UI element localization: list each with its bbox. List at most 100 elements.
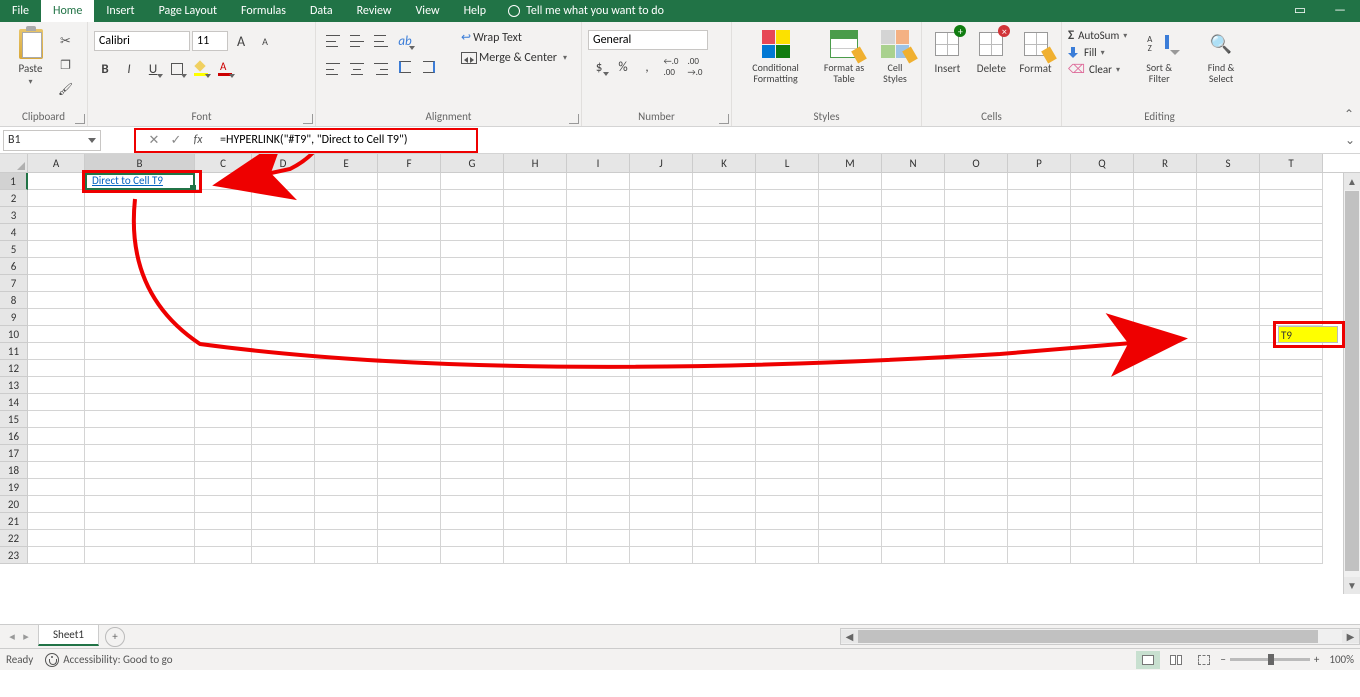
insert-cells-button[interactable]: + Insert [927,26,967,77]
merge-center-button[interactable]: Merge & Center ▾ [461,51,567,65]
minimize-button[interactable]: — [1320,0,1360,22]
worksheet-grid[interactable]: ABCDEFGHIJKLMNOPQRST 1234567891011121314… [0,154,1360,624]
format-painter-button[interactable] [55,78,77,100]
page-break-view-button[interactable] [1192,651,1216,669]
paste-button[interactable]: Paste ▾ [11,26,51,89]
increase-indent-button[interactable] [418,58,440,80]
insert-function-button[interactable]: fx [188,133,208,148]
column-header-K[interactable]: K [693,154,756,172]
format-cells-button[interactable]: Format [1015,26,1055,77]
accessibility-status[interactable]: Accessibility: Good to go [45,653,172,667]
row-header-13[interactable]: 13 [0,377,28,394]
sheet-tab-sheet1[interactable]: Sheet1 [38,625,99,646]
row-header-6[interactable]: 6 [0,258,28,275]
column-header-P[interactable]: P [1008,154,1071,172]
zoom-in-button[interactable]: + [1314,653,1319,666]
row-header-11[interactable]: 11 [0,343,28,360]
row-header-21[interactable]: 21 [0,513,28,530]
cancel-formula-button[interactable]: ✕ [144,133,164,148]
row-header-15[interactable]: 15 [0,411,28,428]
column-header-D[interactable]: D [252,154,315,172]
conditional-formatting-button[interactable]: Conditional Formatting [738,26,813,86]
normal-view-button[interactable] [1136,651,1160,669]
cut-button[interactable] [55,30,77,52]
row-header-3[interactable]: 3 [0,207,28,224]
row-header-8[interactable]: 8 [0,292,28,309]
row-header-1[interactable]: 1 [0,173,28,190]
tab-help[interactable]: Help [452,0,499,22]
zoom-level[interactable]: 100% [1329,653,1354,666]
row-header-18[interactable]: 18 [0,462,28,479]
row-header-16[interactable]: 16 [0,428,28,445]
column-header-C[interactable]: C [195,154,252,172]
clear-button[interactable]: Clear ▾ [1068,62,1127,77]
row-header-12[interactable]: 12 [0,360,28,377]
delete-cells-button[interactable]: × Delete [971,26,1011,77]
cell-styles-button[interactable]: Cell Styles [875,26,915,86]
copy-button[interactable] [55,54,77,76]
underline-button[interactable]: U [142,58,164,80]
cells-area[interactable] [28,173,1323,564]
tell-me-search[interactable]: Tell me what you want to do [498,4,674,18]
column-header-A[interactable]: A [28,154,85,172]
vertical-scroll-thumb[interactable] [1345,191,1359,571]
fill-color-button[interactable] [190,58,212,80]
scroll-left-button[interactable]: ◀ [841,630,858,643]
row-header-10[interactable]: 10 [0,326,28,343]
vertical-scrollbar[interactable]: ▲ ▼ [1343,173,1360,594]
align-left-button[interactable] [322,58,344,80]
font-name-input[interactable] [94,31,190,51]
orientation-button[interactable]: ab [394,30,416,52]
cell-b1-hyperlink[interactable]: Direct to Cell T9 [92,174,163,187]
row-header-22[interactable]: 22 [0,530,28,547]
row-header-19[interactable]: 19 [0,479,28,496]
zoom-thumb[interactable] [1268,654,1274,665]
fill-button[interactable]: Fill ▾ [1068,46,1127,59]
row-header-23[interactable]: 23 [0,547,28,564]
horizontal-scroll-thumb[interactable] [858,630,1318,643]
tab-data[interactable]: Data [298,0,345,22]
column-header-M[interactable]: M [819,154,882,172]
wrap-text-button[interactable]: Wrap Text [461,30,567,45]
tab-review[interactable]: Review [345,0,404,22]
scroll-right-button[interactable]: ▶ [1342,630,1359,643]
column-header-O[interactable]: O [945,154,1008,172]
page-layout-view-button[interactable] [1164,651,1188,669]
column-header-S[interactable]: S [1197,154,1260,172]
column-header-H[interactable]: H [504,154,567,172]
ribbon-display-options[interactable]: ▭ [1280,0,1320,22]
horizontal-scrollbar[interactable]: ◀ ▶ [840,628,1360,645]
zoom-track[interactable] [1230,658,1310,661]
tab-view[interactable]: View [404,0,452,22]
bottom-align-button[interactable] [370,30,392,52]
middle-align-button[interactable] [346,30,368,52]
font-color-button[interactable] [214,58,236,80]
collapse-ribbon-button[interactable]: ⌃ [1344,107,1354,122]
formula-input[interactable] [216,133,476,147]
format-as-table-button[interactable]: Format as Table [817,26,871,86]
borders-button[interactable] [166,58,188,80]
tab-page-layout[interactable]: Page Layout [147,0,229,22]
tab-insert[interactable]: Insert [94,0,146,22]
increase-decimal-button[interactable]: ←.0.00 [660,56,682,78]
align-right-button[interactable] [370,58,392,80]
expand-formula-bar-button[interactable]: ⌄ [1340,133,1360,148]
column-header-T[interactable]: T [1260,154,1323,172]
percent-button[interactable]: % [612,56,634,78]
number-format-select[interactable] [588,30,708,50]
accounting-format-button[interactable]: $ [588,56,610,78]
clipboard-dialog-launcher[interactable] [75,114,85,124]
row-header-7[interactable]: 7 [0,275,28,292]
column-header-I[interactable]: I [567,154,630,172]
column-header-R[interactable]: R [1134,154,1197,172]
italic-button[interactable]: I [118,58,140,80]
scroll-up-button[interactable]: ▲ [1344,173,1360,190]
decrease-indent-button[interactable] [394,58,416,80]
find-select-button[interactable]: Find & Select [1191,26,1251,86]
zoom-out-button[interactable]: − [1220,653,1225,666]
scroll-down-button[interactable]: ▼ [1344,577,1360,594]
row-header-14[interactable]: 14 [0,394,28,411]
column-header-B[interactable]: B [85,154,195,172]
column-header-F[interactable]: F [378,154,441,172]
top-align-button[interactable] [322,30,344,52]
